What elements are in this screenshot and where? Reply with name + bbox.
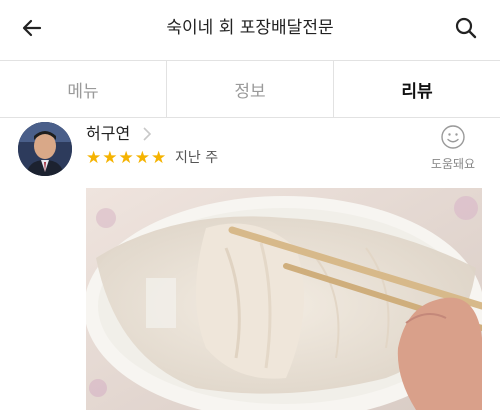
tab-info[interactable]: 정보 (166, 61, 333, 117)
avatar-image (18, 122, 72, 176)
tab-bar: 메뉴 정보 리뷰 (0, 60, 500, 118)
smiley-icon (441, 125, 465, 149)
reviewer-name[interactable]: 허구연 (86, 122, 130, 146)
avatar[interactable] (18, 122, 72, 176)
review-time: 지난 주 (175, 150, 219, 166)
search-icon (455, 17, 477, 39)
store-title: 숙이네 회 포장배달전문 (166, 18, 334, 38)
back-button[interactable] (14, 10, 50, 46)
tab-review[interactable]: 리뷰 (333, 61, 500, 117)
review-item: 허구연 ★ ★ ★ ★ ★ 지난 주 도움돼요 (0, 118, 500, 410)
arrow-left-icon (22, 19, 42, 37)
chevron-right-icon[interactable] (140, 126, 154, 142)
star-icon: ★ (86, 148, 102, 168)
helpful-button[interactable]: 도움돼요 (424, 124, 482, 176)
star-icon: ★ (118, 148, 134, 168)
sashimi-photo (86, 188, 482, 410)
star-icon: ★ (151, 148, 167, 168)
tab-menu[interactable]: 메뉴 (0, 61, 166, 117)
star-icon: ★ (134, 148, 150, 168)
star-icon: ★ (102, 148, 118, 168)
search-button[interactable] (448, 10, 484, 46)
helpful-label: 도움돼요 (430, 157, 476, 171)
top-app-bar: 숙이네 회 포장배달전문 (0, 0, 500, 56)
review-photo[interactable] (86, 188, 482, 410)
rating-stars: ★ ★ ★ ★ ★ (86, 148, 166, 168)
